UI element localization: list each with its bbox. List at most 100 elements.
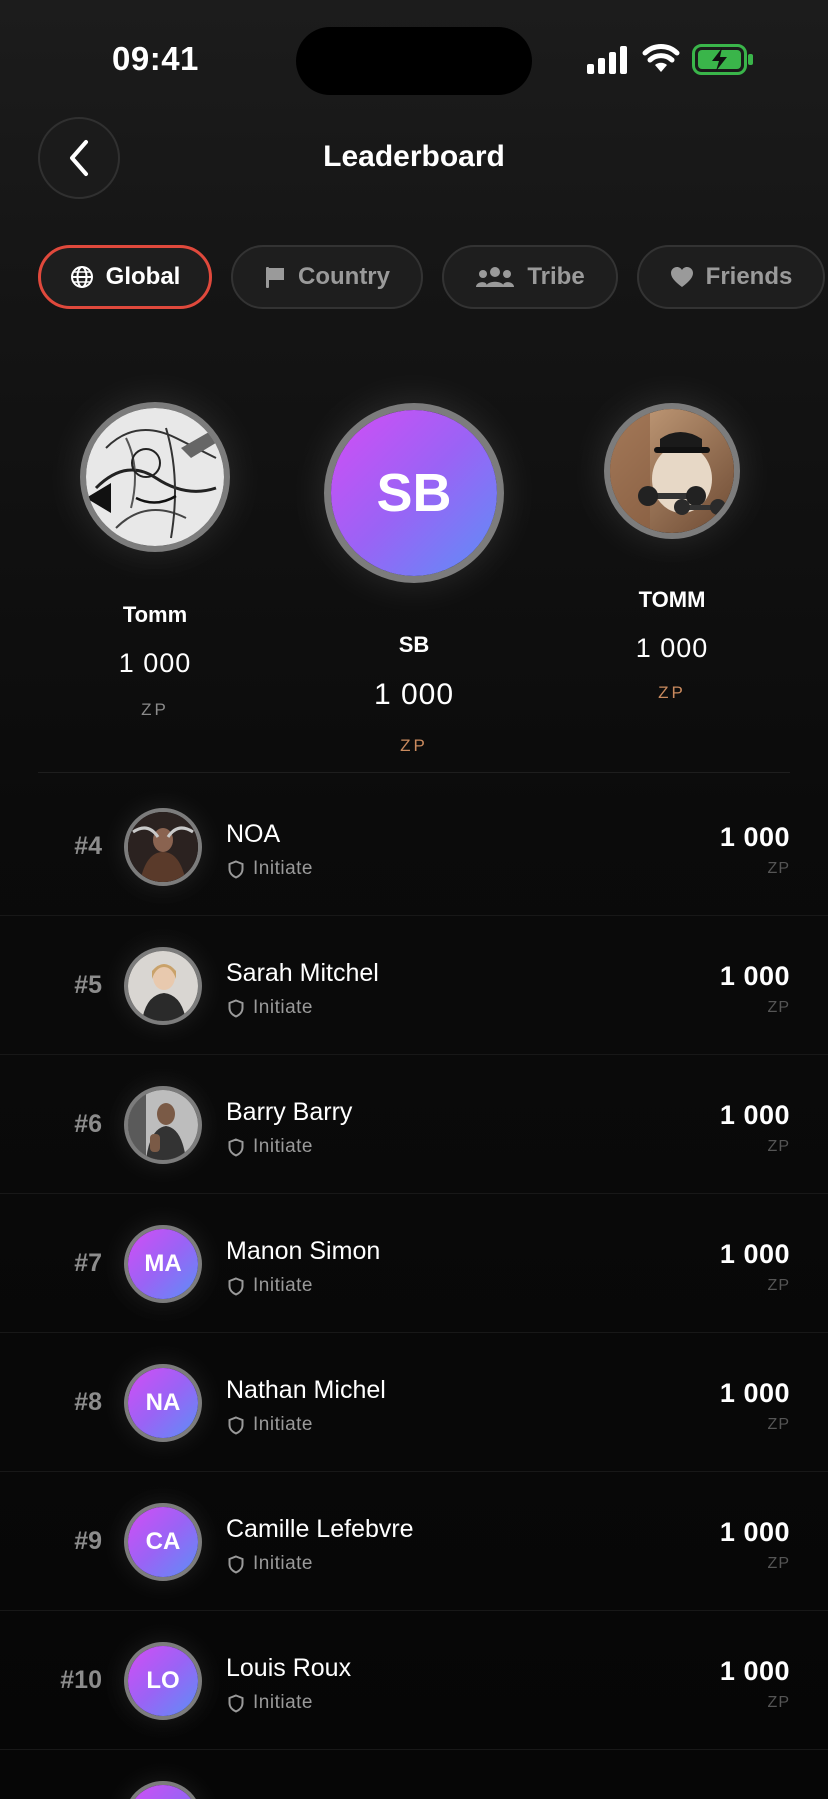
rank-label: #7 bbox=[74, 1249, 102, 1277]
player-name: NOA bbox=[226, 820, 281, 848]
badge-label: Initiate bbox=[253, 1275, 313, 1296]
shield-icon bbox=[228, 1415, 244, 1435]
status-time: 09:41 bbox=[112, 40, 199, 77]
status-badge: Initiate bbox=[228, 1275, 313, 1297]
rank-label: #5 bbox=[74, 971, 102, 999]
player-score: 1 000 bbox=[719, 961, 790, 991]
page-title: Leaderboard bbox=[323, 140, 505, 173]
podium-first-avatar[interactable]: SB bbox=[324, 403, 504, 583]
tab-label: Country bbox=[298, 263, 390, 290]
list-item[interactable]: #10 LO Louis Roux Initiate 1 000 ZP bbox=[0, 1612, 828, 1750]
flag-icon bbox=[266, 267, 284, 288]
score-unit: ZP bbox=[767, 860, 790, 877]
podium-second-name: Tomm bbox=[122, 602, 188, 627]
avatar bbox=[124, 947, 202, 1025]
score-unit: ZP bbox=[767, 1555, 790, 1572]
podium-third-unit: ZP bbox=[658, 683, 686, 702]
podium: Tomm 1 000 ZP SB SB 1 000 ZP TOMM 1 000 … bbox=[0, 340, 828, 770]
player-score: 1 000 bbox=[719, 1378, 790, 1408]
leaderboard-screen: 09:41 Leaderboard Global Country Tribe F… bbox=[0, 0, 828, 1799]
score-unit: ZP bbox=[767, 1416, 790, 1433]
score-unit: ZP bbox=[767, 1277, 790, 1294]
player-score: 1 000 bbox=[719, 1100, 790, 1130]
rank-label: #8 bbox=[74, 1388, 102, 1416]
shield-icon bbox=[228, 1137, 244, 1157]
shield-icon bbox=[228, 1693, 244, 1713]
podium-second-unit: ZP bbox=[141, 700, 169, 719]
player-score: 1 000 bbox=[719, 1517, 790, 1547]
status-badge: Initiate bbox=[228, 1414, 313, 1436]
tab-friends[interactable]: Friends bbox=[637, 245, 825, 309]
list-item[interactable]: #5 Sarah Mitchel Initiate 1 000 ZP bbox=[0, 917, 828, 1055]
tab-tribe[interactable]: Tribe bbox=[442, 245, 618, 309]
badge-label: Initiate bbox=[253, 1692, 313, 1713]
score-unit: ZP bbox=[767, 999, 790, 1016]
dumbbells-avatar-image bbox=[610, 409, 734, 533]
podium-first-unit: ZP bbox=[400, 736, 428, 755]
score-unit: ZP bbox=[767, 1138, 790, 1155]
dynamic-island bbox=[296, 27, 532, 95]
podium-first-score: 1 000 bbox=[373, 678, 455, 711]
globe-icon bbox=[70, 266, 93, 288]
tab-label: Friends bbox=[705, 263, 793, 290]
podium-first-initials: SB bbox=[331, 410, 497, 576]
filter-tabs: Global Country Tribe Friends bbox=[0, 220, 828, 340]
badge-label: Initiate bbox=[253, 1414, 313, 1435]
badge-label: Initiate bbox=[253, 1136, 313, 1157]
player-name: Louis Roux bbox=[226, 1654, 352, 1682]
badge-label: Initiate bbox=[253, 858, 313, 879]
player-name: Camille Lefebvre bbox=[226, 1515, 414, 1543]
status-badge: Initiate bbox=[228, 1136, 313, 1158]
player-name: Manon Simon bbox=[226, 1237, 381, 1265]
list-item[interactable]: #4 NOA Initiate 1 000 ZP bbox=[0, 778, 828, 916]
avatar bbox=[124, 1781, 202, 1799]
list-item[interactable]: #9 CA Camille Lefebvre Initiate 1 000 ZP bbox=[0, 1473, 828, 1611]
photo-avatar-image bbox=[128, 1090, 198, 1160]
status-bar: 09:41 bbox=[0, 0, 828, 110]
tab-label: Global bbox=[105, 263, 181, 290]
player-name: Sarah Mitchel bbox=[226, 959, 379, 987]
list-item[interactable] bbox=[0, 1751, 828, 1799]
signal-icon bbox=[587, 46, 627, 74]
avatar: MA bbox=[124, 1225, 202, 1303]
avatar-initials: CA bbox=[128, 1507, 198, 1577]
list-item[interactable]: #8 NA Nathan Michel Initiate 1 000 ZP bbox=[0, 1334, 828, 1472]
player-score: 1 000 bbox=[719, 822, 790, 852]
tab-global[interactable]: Global bbox=[38, 245, 212, 309]
avatar: LO bbox=[124, 1642, 202, 1720]
player-name: Nathan Michel bbox=[226, 1376, 386, 1404]
podium-third-score: 1 000 bbox=[635, 633, 709, 663]
shield-icon bbox=[228, 1276, 244, 1296]
avatar bbox=[124, 1086, 202, 1164]
avatar: CA bbox=[124, 1503, 202, 1581]
rank-label: #10 bbox=[60, 1666, 102, 1694]
podium-second-avatar[interactable] bbox=[80, 402, 230, 552]
divider bbox=[38, 772, 790, 773]
list-item[interactable]: #7 MA Manon Simon Initiate 1 000 ZP bbox=[0, 1195, 828, 1333]
score-unit: ZP bbox=[767, 1694, 790, 1711]
shield-icon bbox=[228, 998, 244, 1018]
avatar bbox=[124, 808, 202, 886]
list-item[interactable]: #6 Barry Barry Initiate 1 000 ZP bbox=[0, 1056, 828, 1194]
player-name: Barry Barry bbox=[226, 1098, 353, 1126]
wifi-icon bbox=[642, 44, 680, 72]
tab-country[interactable]: Country bbox=[231, 245, 423, 309]
heart-icon bbox=[670, 267, 693, 287]
avatar-initials: LO bbox=[128, 1646, 198, 1716]
podium-third-avatar[interactable] bbox=[604, 403, 740, 539]
podium-first-name: SB bbox=[398, 632, 430, 657]
photo-avatar-image bbox=[128, 812, 198, 882]
rank-label: #9 bbox=[74, 1527, 102, 1555]
status-badge: Initiate bbox=[228, 1553, 313, 1575]
battery-charging-icon bbox=[692, 44, 753, 75]
podium-second-score: 1 000 bbox=[118, 648, 192, 678]
tab-label: Tribe bbox=[527, 263, 585, 290]
shield-icon bbox=[228, 859, 244, 879]
photo-avatar-image bbox=[128, 951, 198, 1021]
shield-icon bbox=[228, 1554, 244, 1574]
header: Leaderboard bbox=[0, 110, 828, 220]
rank-label: #4 bbox=[74, 832, 102, 860]
status-badge: Initiate bbox=[228, 1692, 313, 1714]
avatar-initials bbox=[128, 1785, 198, 1799]
status-badge: Initiate bbox=[228, 997, 313, 1019]
